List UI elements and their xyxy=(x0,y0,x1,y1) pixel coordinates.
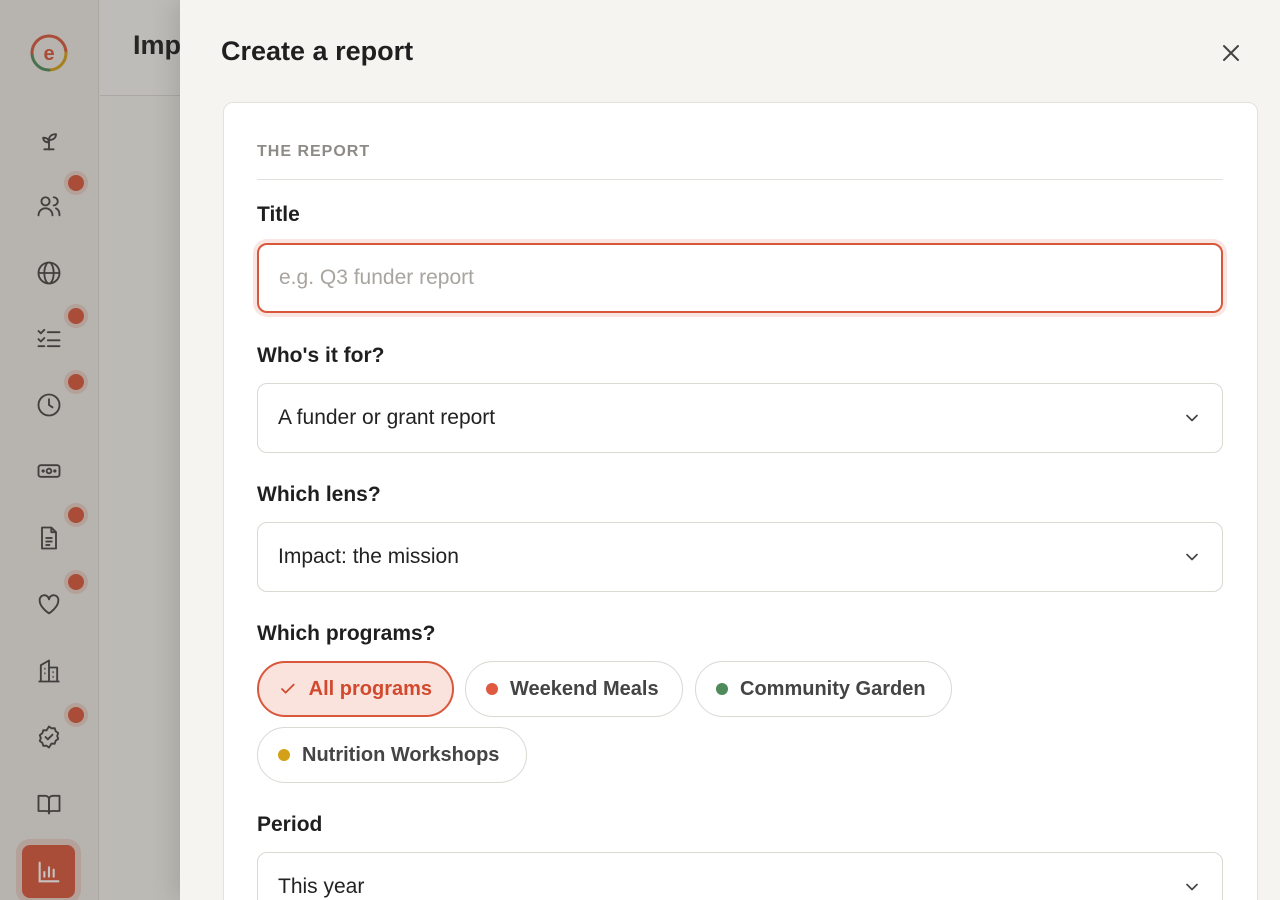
program-color-dot xyxy=(278,749,290,761)
chip-label: Weekend Meals xyxy=(510,677,659,700)
program-color-dot xyxy=(486,683,498,695)
close-button[interactable] xyxy=(1216,38,1246,68)
chip-nutrition-workshops[interactable]: Nutrition Workshops xyxy=(257,727,527,783)
title-label: Title xyxy=(257,203,300,226)
chip-weekend-meals[interactable]: Weekend Meals xyxy=(465,661,683,717)
audience-select[interactable]: A funder or grant report xyxy=(257,383,1223,453)
chevron-down-icon xyxy=(1186,553,1198,561)
check-icon xyxy=(281,683,295,694)
chip-label: All programs xyxy=(308,677,432,700)
chip-label: Community Garden xyxy=(740,677,926,700)
period-select-value: This year xyxy=(278,875,365,898)
chip-label: Nutrition Workshops xyxy=(302,743,500,766)
period-select[interactable]: This year xyxy=(257,852,1223,900)
chip-community-garden[interactable]: Community Garden xyxy=(695,661,952,717)
section-divider xyxy=(257,179,1223,180)
programs-label: Which programs? xyxy=(257,622,436,645)
close-icon xyxy=(1223,45,1239,61)
program-color-dot xyxy=(716,683,728,695)
lens-select-value: Impact: the mission xyxy=(278,545,459,568)
lens-label: Which lens? xyxy=(257,483,381,506)
chevron-down-icon xyxy=(1186,883,1198,891)
chip-all-programs[interactable]: All programs xyxy=(257,661,454,717)
chevron-down-icon xyxy=(1186,414,1198,422)
title-input[interactable] xyxy=(257,243,1223,313)
create-report-drawer: Create a report THE REPORT Title Who's i… xyxy=(180,0,1280,900)
audience-select-value: A funder or grant report xyxy=(278,406,496,429)
drawer-title: Create a report xyxy=(221,36,414,66)
lens-select[interactable]: Impact: the mission xyxy=(257,522,1223,592)
audience-label: Who's it for? xyxy=(257,344,385,367)
period-label: Period xyxy=(257,813,323,836)
section-label: THE REPORT xyxy=(257,143,371,160)
report-form-card: THE REPORT Title Who's it for? A funder … xyxy=(223,102,1258,900)
